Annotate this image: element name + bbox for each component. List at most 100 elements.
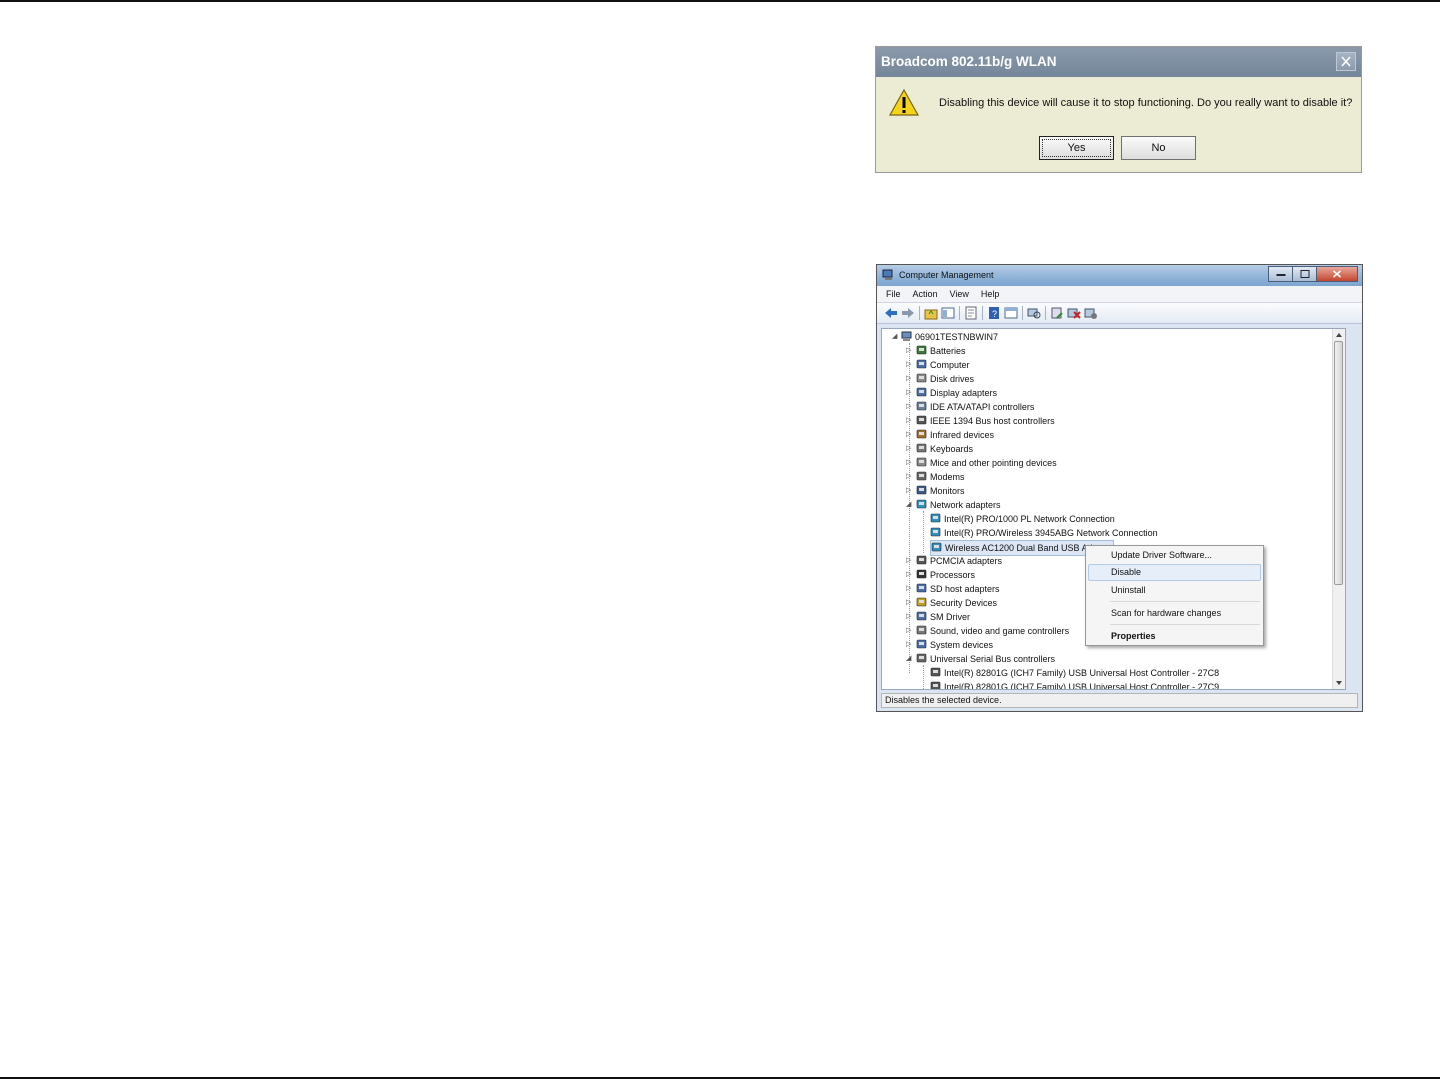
tree-item-label: Network adapters: [930, 500, 1001, 510]
network-adapter-item[interactable]: Intel(R) PRO/Wireless 3945ABG Network Co…: [930, 526, 1158, 540]
menu-item-update-driver[interactable]: Update Driver Software...: [1111, 550, 1212, 560]
expand-arrow-icon[interactable]: ▷: [906, 624, 911, 638]
update-driver-icon[interactable]: [1050, 306, 1064, 320]
scroll-down-icon[interactable]: [1334, 679, 1344, 687]
expand-arrow-icon[interactable]: ▷: [906, 442, 911, 456]
tree-item-label: Mice and other pointing devices: [930, 458, 1057, 468]
menu-separator: [1110, 624, 1260, 625]
tree-guide-line: [923, 511, 924, 553]
tree-category[interactable]: IDE ATA/ATAPI controllers: [916, 400, 1034, 414]
tree-item-label: Security Devices: [930, 598, 998, 608]
ide-icon: [916, 401, 927, 411]
scroll-up-icon[interactable]: [1334, 331, 1344, 339]
tree-category[interactable]: Display adapters: [916, 386, 997, 400]
expand-arrow-icon[interactable]: ▷: [906, 358, 911, 372]
tree-vertical-scrollbar[interactable]: [1332, 329, 1345, 689]
expand-arrow-icon[interactable]: ▷: [906, 638, 911, 652]
collapse-arrow-icon[interactable]: ◢: [892, 330, 897, 344]
expand-arrow-icon[interactable]: ▷: [906, 596, 911, 610]
tree-category[interactable]: System devices: [916, 638, 993, 652]
expand-arrow-icon[interactable]: ▷: [906, 470, 911, 484]
tree-category[interactable]: Modems: [916, 470, 965, 484]
usb-controller-item[interactable]: Intel(R) 82801G (ICH7 Family) USB Univer…: [930, 680, 1219, 689]
menu-help[interactable]: Help: [981, 286, 1000, 302]
tree-item-label: Universal Serial Bus controllers: [930, 654, 1056, 664]
tree-root[interactable]: 06901TESTNBWIN7: [901, 330, 998, 344]
expand-arrow-icon[interactable]: ▷: [906, 484, 911, 498]
tree-category[interactable]: Batteries: [916, 344, 966, 358]
properties-icon[interactable]: [964, 306, 978, 320]
tree-category[interactable]: Keyboards: [916, 442, 973, 456]
expand-arrow-icon[interactable]: ▷: [906, 554, 911, 568]
network-icon: [916, 499, 927, 509]
tree-category[interactable]: Network adapters: [916, 498, 1001, 512]
show-hide-tree-icon[interactable]: [941, 306, 955, 320]
menu-action[interactable]: Action: [913, 286, 938, 302]
expand-arrow-icon[interactable]: ▷: [906, 456, 911, 470]
expand-arrow-icon[interactable]: ▷: [906, 568, 911, 582]
close-button[interactable]: [1316, 266, 1358, 282]
menu-item-properties[interactable]: Properties: [1111, 631, 1156, 641]
menu-item-scan-hardware[interactable]: Scan for hardware changes: [1111, 608, 1221, 618]
forward-arrow-icon[interactable]: [901, 306, 915, 320]
disable-device-icon[interactable]: [1084, 306, 1098, 320]
tree-item-label: Batteries: [930, 346, 966, 356]
expand-arrow-icon[interactable]: ▷: [906, 582, 911, 596]
scrollbar-thumb[interactable]: [1334, 341, 1343, 585]
tree-category[interactable]: PCMCIA adapters: [916, 554, 1002, 568]
network-card-icon: [930, 527, 941, 537]
tree-category[interactable]: IEEE 1394 Bus host controllers: [916, 414, 1055, 428]
expand-arrow-icon[interactable]: ▷: [906, 400, 911, 414]
tree-item-label: Intel(R) PRO/1000 PL Network Connection: [944, 514, 1115, 524]
tree-category[interactable]: Security Devices: [916, 596, 997, 610]
disk-icon: [916, 373, 927, 383]
computer-management-icon: [882, 269, 893, 280]
usb-icon: [916, 653, 927, 663]
tree-category[interactable]: Sound, video and game controllers: [916, 624, 1069, 638]
menu-item-disable[interactable]: Disable: [1111, 567, 1141, 577]
tree-category[interactable]: Disk drives: [916, 372, 974, 386]
uninstall-icon[interactable]: [1067, 306, 1081, 320]
no-button[interactable]: No: [1121, 136, 1196, 160]
expand-arrow-icon[interactable]: ▷: [906, 386, 911, 400]
tree-category[interactable]: Computer: [916, 358, 970, 372]
menu-view[interactable]: View: [950, 286, 969, 302]
tree-item-label: Computer: [930, 360, 970, 370]
processor-icon: [916, 569, 927, 579]
menu-file[interactable]: File: [886, 286, 901, 302]
back-arrow-icon[interactable]: [884, 306, 898, 320]
maximize-button[interactable]: [1292, 266, 1317, 282]
toolbar-separator: [1022, 306, 1023, 320]
expand-arrow-icon[interactable]: ▷: [906, 428, 911, 442]
minimize-icon: [1276, 274, 1285, 276]
usb-controller-item[interactable]: Intel(R) 82801G (ICH7 Family) USB Univer…: [930, 666, 1219, 680]
tree-category[interactable]: Processors: [916, 568, 975, 582]
tree-item-label: IEEE 1394 Bus host controllers: [930, 416, 1055, 426]
scan-hardware-icon[interactable]: [1027, 306, 1041, 320]
tree-item-label: Intel(R) PRO/Wireless 3945ABG Network Co…: [944, 528, 1158, 538]
minimize-button[interactable]: [1268, 266, 1293, 282]
expand-arrow-icon[interactable]: ▷: [906, 610, 911, 624]
tree-category[interactable]: SD host adapters: [916, 582, 1000, 596]
expand-arrow-icon[interactable]: ▷: [906, 344, 911, 358]
view-icon[interactable]: [1004, 306, 1018, 320]
mouse-icon: [916, 457, 927, 467]
collapse-arrow-icon[interactable]: ◢: [906, 498, 911, 512]
bottom-rule: [0, 1077, 1440, 1079]
collapse-arrow-icon[interactable]: ◢: [906, 652, 911, 666]
tree-category[interactable]: Universal Serial Bus controllers: [916, 652, 1055, 666]
dialog-close-button[interactable]: [1336, 52, 1356, 71]
expand-arrow-icon[interactable]: ▷: [906, 414, 911, 428]
network-adapter-item[interactable]: Intel(R) PRO/1000 PL Network Connection: [930, 512, 1115, 526]
help-icon[interactable]: ?: [987, 306, 1001, 320]
computer-icon: [901, 331, 912, 341]
tree-category[interactable]: Infrared devices: [916, 428, 994, 442]
toolbar-separator: [982, 306, 983, 320]
up-folder-icon[interactable]: [924, 306, 938, 320]
expand-arrow-icon[interactable]: ▷: [906, 372, 911, 386]
yes-button[interactable]: Yes: [1039, 136, 1114, 160]
tree-category[interactable]: SM Driver: [916, 610, 970, 624]
tree-category[interactable]: Monitors: [916, 484, 965, 498]
tree-category[interactable]: Mice and other pointing devices: [916, 456, 1057, 470]
menu-item-uninstall[interactable]: Uninstall: [1111, 585, 1146, 595]
